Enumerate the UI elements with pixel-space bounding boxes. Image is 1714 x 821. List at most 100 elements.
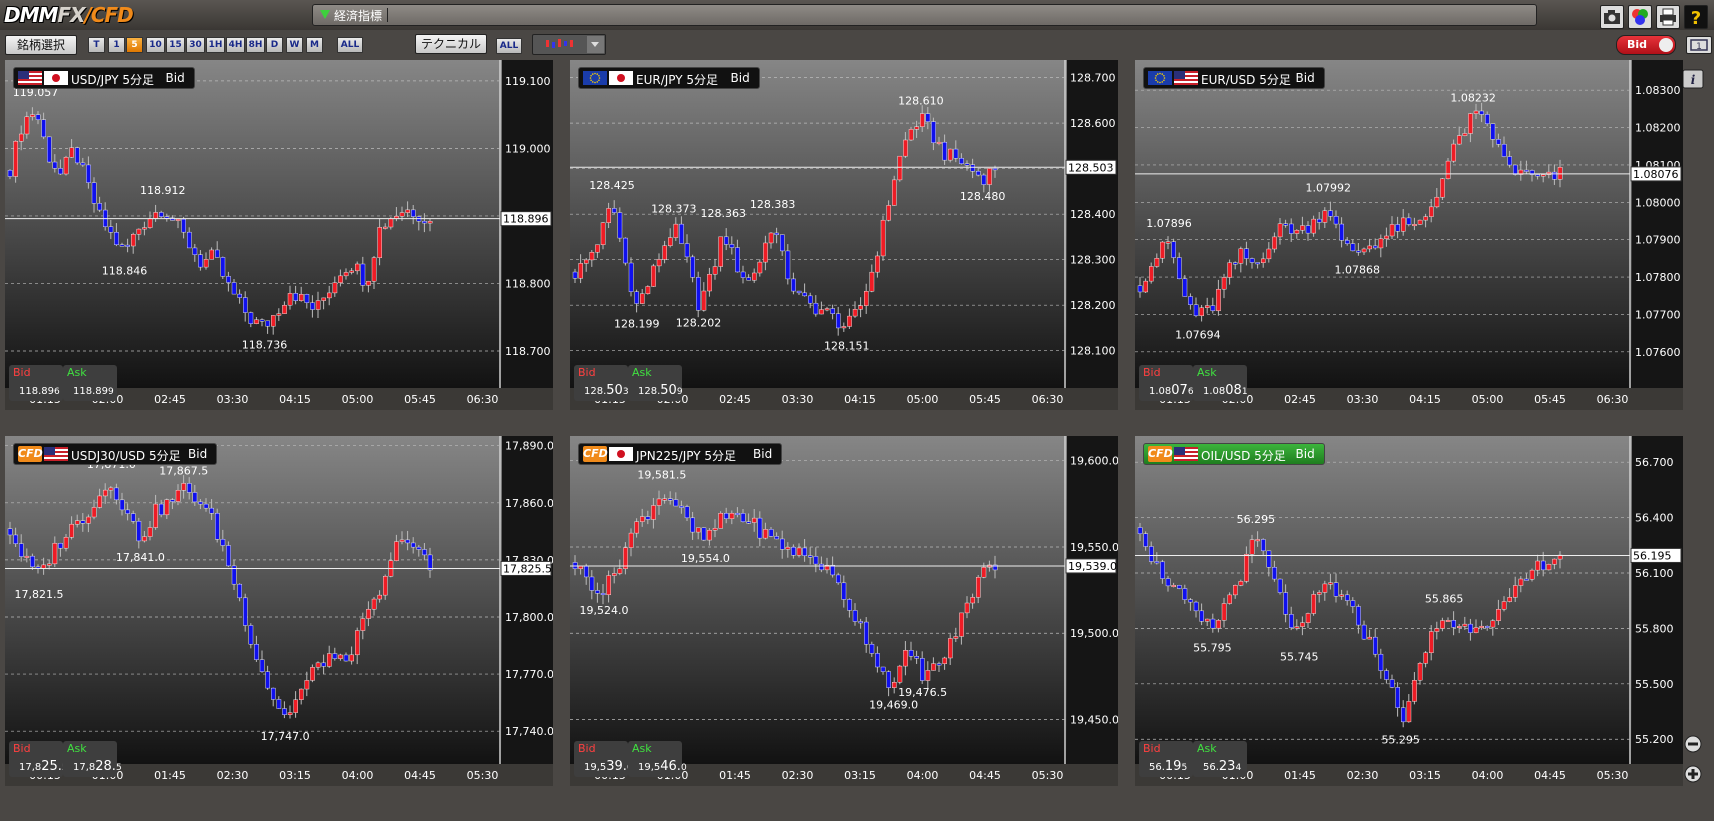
zoom-in-icon[interactable] bbox=[1682, 764, 1704, 784]
zoom-out-icon[interactable] bbox=[1682, 734, 1704, 754]
candle-body bbox=[1305, 225, 1311, 234]
info-icon[interactable]: i bbox=[1682, 69, 1704, 89]
ask-quote-box[interactable]: Ask 19,546.0 bbox=[628, 741, 687, 777]
ask-quote-box[interactable]: Ask 56.234 bbox=[1193, 741, 1247, 777]
candle-body bbox=[1160, 561, 1165, 579]
timeframe-10-button[interactable]: 10 bbox=[146, 37, 165, 53]
chart-type-select[interactable] bbox=[532, 34, 606, 55]
candle-body bbox=[242, 297, 248, 313]
chart-symbol-header[interactable]: USD/JPY 5分足 Bid bbox=[13, 67, 195, 89]
candle-body bbox=[355, 630, 360, 656]
candle-body bbox=[1367, 245, 1373, 250]
ticker-divider bbox=[387, 8, 388, 22]
ask-quote-box[interactable]: Ask 118.899 bbox=[63, 365, 117, 401]
candle-body bbox=[399, 212, 405, 217]
plot-area bbox=[570, 60, 1067, 388]
chart-symbol-header[interactable]: EUR/USD 5分足 Bid bbox=[1143, 67, 1325, 89]
ask-quote-box[interactable]: Ask 17,828.5 bbox=[63, 741, 122, 777]
candle-body bbox=[880, 666, 886, 672]
price-annotation: 55.865 bbox=[1425, 592, 1464, 605]
candlestick-chart[interactable]: 19,600.019,550.019,500.019,450.000:1501:… bbox=[570, 436, 1118, 786]
candle-body bbox=[1277, 578, 1283, 593]
candlestick-chart[interactable]: 119.100119.000118.900118.800118.70001:15… bbox=[5, 60, 553, 410]
chart-panel[interactable]: 1.08300 1.08200 1.08100 1.08000 1.07900 1.078… bbox=[1135, 60, 1683, 410]
symbol-select-button[interactable]: 銘柄選択 bbox=[5, 35, 77, 55]
technical-button[interactable]: テクニカル bbox=[415, 34, 487, 54]
ask-price: 19,546.0 bbox=[638, 759, 687, 774]
candle-body bbox=[1552, 558, 1557, 565]
timeframe-w-button[interactable]: W bbox=[286, 37, 303, 53]
chart-panel[interactable]: 128.700128.600128.500128.400128.300128.2… bbox=[570, 60, 1118, 410]
timeframe-all-button[interactable]: ALL bbox=[337, 37, 363, 53]
chart-symbol-header[interactable]: CFD OIL/USD 5分足 Bid bbox=[1143, 443, 1325, 465]
timeframe-30-button[interactable]: 30 bbox=[186, 37, 205, 53]
print-icon[interactable] bbox=[1656, 5, 1680, 29]
candle-body bbox=[265, 320, 271, 327]
x-tick-label: 04:15 bbox=[279, 393, 311, 406]
bid-quote-box[interactable]: Bid 1.08076 bbox=[1139, 365, 1194, 401]
candle-body bbox=[667, 498, 673, 501]
timeframe-15-button[interactable]: 15 bbox=[166, 37, 185, 53]
chart-symbol-header[interactable]: CFD USDJ30/USD 5分足 Bid bbox=[13, 443, 217, 465]
candle-body bbox=[186, 483, 192, 493]
timeframe-8h-button[interactable]: 8H bbox=[246, 37, 265, 53]
ask-price: 56.234 bbox=[1203, 759, 1242, 774]
bid-quote-box[interactable]: Bid 118.896 bbox=[9, 365, 63, 401]
chart-panel[interactable]: 119.100119.000118.900118.800118.70001:15… bbox=[5, 60, 553, 410]
timeframe-1h-button[interactable]: 1H bbox=[206, 37, 225, 53]
timeframe-m-button[interactable]: M bbox=[306, 37, 323, 53]
price-axis-area bbox=[502, 436, 553, 764]
candle-body bbox=[920, 113, 925, 127]
candle-body bbox=[366, 608, 371, 619]
bid-quote-box[interactable]: Bid 19,539.0 bbox=[574, 741, 633, 777]
candle-body bbox=[931, 121, 936, 143]
y-tick-label: 17,740.0 bbox=[505, 725, 553, 738]
candle-body bbox=[226, 276, 231, 283]
candle-body bbox=[226, 545, 231, 567]
candle-body bbox=[836, 574, 841, 584]
x-tick-label: 03:15 bbox=[844, 769, 876, 782]
candle-body bbox=[813, 302, 819, 315]
candle-body bbox=[639, 293, 645, 304]
help-icon[interactable]: ? bbox=[1684, 5, 1708, 29]
candle-body bbox=[1501, 601, 1507, 610]
candle-body bbox=[768, 529, 774, 537]
chart-panel[interactable]: 17,890.0 17,860.0 17,830.0 17,800.0 17,770.0… bbox=[5, 436, 553, 786]
economic-indicator-ticker[interactable]: 経済指標 bbox=[312, 4, 1537, 26]
chart-symbol-header[interactable]: CFD JPN225/JPY 5分足 Bid bbox=[578, 443, 782, 465]
layout-icon[interactable]: 1 bbox=[1686, 36, 1712, 54]
chart-panel[interactable]: 19,600.019,550.019,500.019,450.000:1501:… bbox=[570, 436, 1118, 786]
us-flag-icon bbox=[44, 447, 68, 461]
candle-body bbox=[914, 656, 920, 659]
ask-quote-box[interactable]: Ask 1.08081 bbox=[1193, 365, 1248, 401]
chart-symbol-header[interactable]: EUR/JPY 5分足 Bid bbox=[578, 67, 760, 89]
timeframe-d-button[interactable]: D bbox=[266, 37, 283, 53]
candle-body bbox=[271, 315, 276, 327]
timeframe-4h-button[interactable]: 4H bbox=[226, 37, 245, 53]
chart-panel[interactable]: 56.70056.40056.10055.80055.50055.20000:1… bbox=[1135, 436, 1683, 786]
candle-body bbox=[774, 536, 780, 540]
bid-quote-box[interactable]: Bid 17,825.5 bbox=[9, 741, 68, 777]
price-annotation: 56.295 bbox=[1237, 513, 1276, 526]
ask-quote-box[interactable]: Ask 128.509 bbox=[628, 365, 683, 401]
bid-quote-box[interactable]: Bid 56.195 bbox=[1139, 741, 1193, 777]
candle-body bbox=[757, 261, 763, 274]
bid-quote-box[interactable]: Bid 128.503 bbox=[574, 365, 629, 401]
technical-all-button[interactable]: ALL bbox=[496, 38, 522, 54]
x-tick-label: 02:45 bbox=[1284, 393, 1316, 406]
timeframe-t-button[interactable]: T bbox=[88, 37, 105, 53]
price-annotation: 1.07896 bbox=[1146, 217, 1192, 230]
candle-body bbox=[1372, 245, 1378, 249]
candlestick-chart[interactable]: 56.70056.40056.10055.80055.50055.20000:1… bbox=[1135, 436, 1683, 786]
candle-body bbox=[953, 148, 959, 159]
screenshot-icon[interactable] bbox=[1600, 5, 1624, 29]
bid-label: Bid bbox=[1143, 742, 1161, 755]
bid-ask-toggle[interactable]: Bid bbox=[1616, 35, 1676, 55]
candlestick-chart[interactable]: 1.083001.082001.081001.080001.079001.078… bbox=[1135, 60, 1683, 410]
candle-body bbox=[1294, 230, 1300, 234]
timeframe-5-button[interactable]: 5 bbox=[126, 37, 143, 53]
timeframe-1-button[interactable]: 1 bbox=[108, 37, 125, 53]
candlestick-chart[interactable]: 17,890.017,860.017,830.017,800.017,770.0… bbox=[5, 436, 553, 786]
color-settings-icon[interactable] bbox=[1628, 5, 1652, 29]
candlestick-chart[interactable]: 128.700128.600128.500128.400128.300128.2… bbox=[570, 60, 1118, 410]
